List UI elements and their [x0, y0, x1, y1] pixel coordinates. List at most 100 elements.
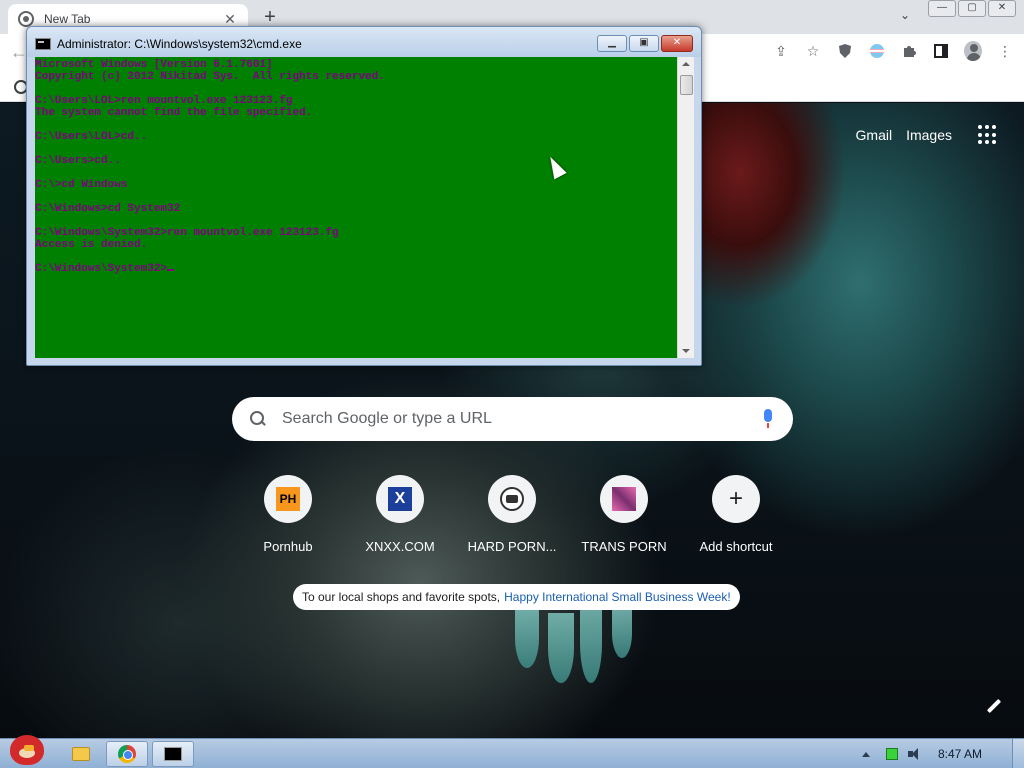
browser-close-button[interactable]: ✕	[988, 0, 1016, 17]
cmd-icon	[164, 747, 182, 761]
shortcut-label: Add shortcut	[699, 539, 773, 554]
shortcut-hard-porn[interactable]: HARD PORN...	[456, 475, 568, 554]
extensions-puzzle-icon[interactable]	[900, 42, 918, 60]
cmd-scrollbar[interactable]	[677, 57, 694, 358]
shortcut-tile: +	[712, 475, 760, 523]
cmd-output-line: C:\>cd Windows	[35, 179, 128, 191]
shortcut-label: TRANS PORN	[581, 539, 667, 554]
text-cursor	[167, 269, 175, 271]
cmd-output-line	[35, 215, 677, 227]
taskbar-chrome[interactable]	[106, 741, 148, 767]
share-icon[interactable]: ⇪	[772, 42, 790, 60]
cmd-output-line	[35, 119, 677, 131]
trans-porn-logo-icon	[612, 487, 636, 511]
cmd-console-output[interactable]: Microsoft Windows [Version 6.1.7601] Copy…	[35, 57, 677, 358]
shortcut-add[interactable]: + Add shortcut	[680, 475, 792, 554]
search-input[interactable]: Search Google or type a URL	[282, 410, 761, 428]
cmd-output-line: Microsoft Windows [Version 6.1.7601]	[35, 59, 273, 71]
shortcut-tile: X	[376, 475, 424, 523]
cmd-output-line: C:\Windows\System32>	[35, 263, 677, 275]
background-fang-decoration	[580, 603, 602, 683]
browser-restore-button[interactable]: ▢	[958, 0, 986, 17]
search-box[interactable]: Search Google or type a URL	[232, 397, 793, 441]
taskbar-explorer[interactable]	[60, 741, 102, 767]
toolbar-icons: ⇪ ☆ ⋮	[772, 41, 1014, 61]
cmd-window-controls: ▁ ▣ ✕	[597, 35, 693, 52]
chrome-icon	[118, 745, 136, 763]
shortcut-xnxx[interactable]: X XNXX.COM	[344, 475, 456, 554]
cmd-output-line	[35, 167, 677, 179]
customize-pencil-icon[interactable]	[982, 694, 1006, 718]
browser-window-controls: — ▢ ✕	[928, 0, 1016, 17]
ph-logo-icon: PH	[276, 487, 300, 511]
google-apps-grid-icon[interactable]	[978, 125, 998, 145]
taskbar-clock[interactable]: 8:47 AM	[938, 747, 982, 761]
cmd-output-line: C:\Windows>cd System32	[35, 203, 181, 215]
voice-search-mic-icon[interactable]	[761, 409, 775, 429]
promo-link[interactable]: Happy International Small Business Week!	[504, 590, 731, 604]
search-icon	[250, 411, 266, 427]
scroll-down-arrow-icon[interactable]	[682, 349, 690, 353]
tab-search-icon[interactable]: ⌄	[895, 8, 915, 26]
cmd-minimize-button[interactable]: ▁	[597, 35, 627, 52]
cmd-output-line: Access is denied.	[35, 239, 148, 251]
raccoon-logo-icon	[500, 487, 524, 511]
system-tray: 8:47 AM	[861, 739, 1024, 768]
shortcut-pornhub[interactable]: PH Pornhub	[232, 475, 344, 554]
flag-extension-icon[interactable]	[868, 42, 886, 60]
cmd-output-line: C:\Users\LOL>cd..	[35, 131, 148, 143]
shortcut-tile	[600, 475, 648, 523]
ntp-top-links: Gmail Images	[856, 125, 998, 145]
side-panel-icon[interactable]	[932, 42, 950, 60]
shortcuts-row: PH Pornhub X XNXX.COM HARD PORN... TRANS…	[232, 475, 792, 554]
cmd-output-line: Copyright (c) 2012 Nikitad Sys. All righ…	[35, 71, 385, 83]
shortcut-trans-porn[interactable]: TRANS PORN	[568, 475, 680, 554]
profile-avatar-icon[interactable]	[964, 41, 982, 61]
images-link[interactable]: Images	[906, 127, 952, 143]
taskbar-cmd[interactable]	[152, 741, 194, 767]
cmd-output-line	[35, 143, 677, 155]
browser-minimize-button[interactable]: —	[928, 0, 956, 17]
cmd-output-line	[35, 191, 677, 203]
gmail-link[interactable]: Gmail	[856, 127, 893, 143]
cmd-maximize-button[interactable]: ▣	[629, 35, 659, 52]
shortcut-tile: PH	[264, 475, 312, 523]
cmd-output-line: C:\Users\LOL>ren mountvol.exe 123123.fg	[35, 95, 293, 107]
chrome-favicon-icon	[18, 11, 34, 27]
cmd-output-line: C:\Users>cd..	[35, 155, 121, 167]
scroll-up-arrow-icon[interactable]	[682, 62, 690, 66]
explorer-folder-icon	[72, 747, 90, 761]
show-desktop-button[interactable]	[1012, 739, 1024, 768]
network-icon[interactable]	[885, 748, 898, 760]
show-hidden-icons-arrow-icon[interactable]	[861, 751, 870, 757]
xnxx-logo-icon: X	[388, 487, 412, 511]
shortcut-label: HARD PORN...	[467, 539, 557, 554]
chrome-menu-icon[interactable]: ⋮	[996, 42, 1014, 60]
cmd-output-line	[35, 251, 677, 263]
cmd-title: Administrator: C:\Windows\system32\cmd.e…	[57, 37, 302, 51]
scroll-thumb[interactable]	[680, 75, 693, 95]
taskbar: 8:47 AM	[0, 735, 1024, 768]
plus-icon: +	[728, 485, 743, 512]
tab-close-icon[interactable]: ✕	[222, 11, 238, 28]
background-fang-decoration	[612, 608, 632, 658]
cmd-output-line	[35, 83, 677, 95]
ublock-extension-icon[interactable]	[836, 42, 854, 60]
shortcut-label: Pornhub	[263, 539, 313, 554]
cmd-output-line: C:\Windows\System32>ren mountvol.exe 123…	[35, 227, 339, 239]
cmd-output-line: The system cannot find the file specifie…	[35, 107, 313, 119]
promo-text: To our local shops and favorite spots,	[302, 590, 501, 604]
cmd-titlebar[interactable]: Administrator: C:\Windows\system32\cmd.e…	[27, 27, 701, 57]
shortcut-label: XNXX.COM	[365, 539, 435, 554]
volume-icon[interactable]	[907, 748, 922, 760]
cmd-window-icon[interactable]	[35, 38, 51, 50]
cmd-window: Administrator: C:\Windows\system32\cmd.e…	[26, 26, 702, 366]
start-button-angry-bird-icon[interactable]	[4, 731, 48, 768]
bookmark-star-icon[interactable]: ☆	[804, 42, 822, 60]
background-fang-decoration	[548, 613, 574, 683]
shortcut-tile	[488, 475, 536, 523]
promo-banner: To our local shops and favorite spots, H…	[293, 584, 740, 610]
tab-title: New Tab	[44, 12, 91, 26]
cmd-close-button[interactable]: ✕	[661, 35, 693, 52]
background-fang-decoration	[515, 608, 539, 668]
